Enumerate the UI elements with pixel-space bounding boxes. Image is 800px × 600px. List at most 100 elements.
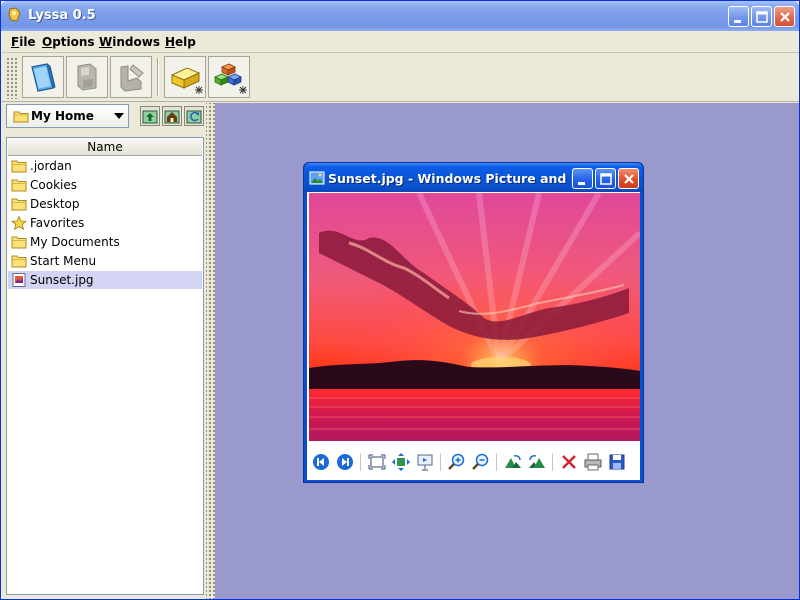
- file-name: Desktop: [30, 197, 80, 211]
- best-fit-button[interactable]: [367, 452, 387, 472]
- sunset-image: [309, 193, 640, 441]
- viewer-minimize-button[interactable]: [572, 168, 593, 189]
- menu-file[interactable]: File: [11, 35, 36, 49]
- rotate-counterclockwise-icon: [529, 455, 545, 468]
- toolbar-separator: [360, 453, 361, 471]
- folder-icon: [11, 255, 27, 268]
- zoom-out-button[interactable]: [471, 452, 491, 472]
- print-button[interactable]: [583, 452, 603, 472]
- maximize-icon: [756, 11, 768, 23]
- window-title: Lyssa 0.5: [28, 8, 96, 23]
- close-icon: [624, 174, 634, 184]
- close-icon: [780, 12, 790, 22]
- save-button[interactable]: [607, 452, 627, 472]
- folder-icon: [11, 179, 27, 192]
- maximize-icon: [600, 173, 612, 185]
- folder-icon: [13, 111, 29, 123]
- file-list-item[interactable]: My Documents: [8, 233, 202, 251]
- refresh-folder-icon: [186, 110, 202, 124]
- print-icon: [584, 453, 602, 471]
- up-folder-icon: [142, 110, 158, 124]
- browser-window-icon: [31, 63, 56, 92]
- toolbar-button-new-block[interactable]: [164, 56, 206, 98]
- toolbar-button-tools[interactable]: [110, 56, 152, 98]
- new-block-icon: [170, 67, 203, 94]
- file-list-item[interactable]: Sunset.jpg: [8, 271, 202, 289]
- image-file-icon: [12, 273, 26, 287]
- toolbar-button-disk[interactable]: [66, 56, 108, 98]
- folder-icon: [11, 160, 27, 173]
- rotate-counterclockwise-button[interactable]: [527, 452, 547, 472]
- up-folder-button[interactable]: [140, 106, 160, 126]
- tools-icon: [120, 64, 144, 92]
- disk-icon: [77, 63, 97, 91]
- zoom-out-icon: [472, 453, 489, 470]
- toolbar-separator: [496, 453, 497, 471]
- close-button[interactable]: [774, 6, 795, 27]
- zoom-in-button[interactable]: [447, 452, 467, 472]
- delete-icon: [562, 455, 576, 469]
- new-blocks-icon: [214, 63, 247, 94]
- slideshow-icon: [417, 454, 433, 471]
- minimize-icon: [734, 20, 741, 23]
- file-list-item[interactable]: Favorites: [8, 214, 202, 232]
- file-browser-panel: My Home Name .jordan Cookies Desktop Fav…: [2, 103, 206, 599]
- file-name: Favorites: [30, 216, 85, 230]
- toolbar-button-new-blocks[interactable]: [208, 56, 250, 98]
- location-dropdown[interactable]: My Home: [6, 104, 129, 128]
- file-list[interactable]: Name .jordan Cookies Desktop Favorites My Do…: [6, 137, 204, 595]
- best-fit-icon: [368, 454, 386, 470]
- file-name: .jordan: [30, 159, 72, 173]
- viewer-title-bar[interactable]: Sunset.jpg - Windows Picture and F...: [304, 163, 643, 192]
- picture-viewer-window[interactable]: Sunset.jpg - Windows Picture and F...: [303, 162, 644, 483]
- location-label: My Home: [31, 109, 94, 123]
- slideshow-button[interactable]: [415, 452, 435, 472]
- viewer-title: Sunset.jpg - Windows Picture and F...: [328, 171, 592, 186]
- toolbar-separator: [552, 453, 553, 471]
- refresh-folder-button[interactable]: [184, 106, 204, 126]
- file-list-item[interactable]: Start Menu: [8, 252, 202, 270]
- panel-splitter[interactable]: [206, 103, 215, 599]
- home-folder-icon: [164, 110, 180, 124]
- minimize-icon: [578, 182, 585, 185]
- file-name: Sunset.jpg: [30, 273, 94, 287]
- previous-image-button[interactable]: [311, 452, 331, 472]
- file-list-item[interactable]: Desktop: [8, 195, 202, 213]
- menu-options[interactable]: Options: [42, 35, 95, 49]
- file-list-item[interactable]: .jordan: [8, 157, 202, 175]
- home-folder-button[interactable]: [162, 106, 182, 126]
- column-header-name[interactable]: Name: [8, 139, 202, 156]
- toolbar-separator: [157, 58, 159, 96]
- actual-size-icon: [392, 453, 410, 471]
- viewer-toolbar: [307, 447, 640, 477]
- minimize-button[interactable]: [728, 6, 749, 27]
- next-image-button[interactable]: [335, 452, 355, 472]
- main-window: Lyssa 0.5 File Options Windows Help My H…: [0, 0, 800, 600]
- delete-button[interactable]: [559, 452, 579, 472]
- next-image-icon: [337, 454, 353, 470]
- viewer-maximize-button[interactable]: [595, 168, 616, 189]
- main-toolbar: [2, 54, 799, 102]
- toolbar-button-browser[interactable]: [22, 56, 64, 98]
- chevron-down-icon: [114, 113, 124, 119]
- file-name: Cookies: [30, 178, 77, 192]
- menu-windows[interactable]: Windows: [99, 35, 160, 49]
- menu-bar: File Options Windows Help: [2, 32, 799, 53]
- viewer-close-button[interactable]: [618, 168, 639, 189]
- star-icon: [11, 216, 27, 230]
- file-list-item[interactable]: Cookies: [8, 176, 202, 194]
- title-bar[interactable]: Lyssa 0.5: [1, 1, 799, 31]
- previous-image-icon: [313, 454, 329, 470]
- sunset-photo: [309, 193, 640, 441]
- actual-size-button[interactable]: [391, 452, 411, 472]
- picture-viewer-icon: [309, 171, 325, 185]
- toolbar-grip[interactable]: [6, 57, 18, 99]
- file-name: My Documents: [30, 235, 120, 249]
- zoom-in-icon: [448, 453, 465, 470]
- maximize-button[interactable]: [751, 6, 772, 27]
- file-name: Start Menu: [30, 254, 97, 268]
- rotate-clockwise-icon: [505, 455, 521, 468]
- folder-icon: [11, 236, 27, 249]
- rotate-clockwise-button[interactable]: [503, 452, 523, 472]
- menu-help[interactable]: Help: [165, 35, 196, 49]
